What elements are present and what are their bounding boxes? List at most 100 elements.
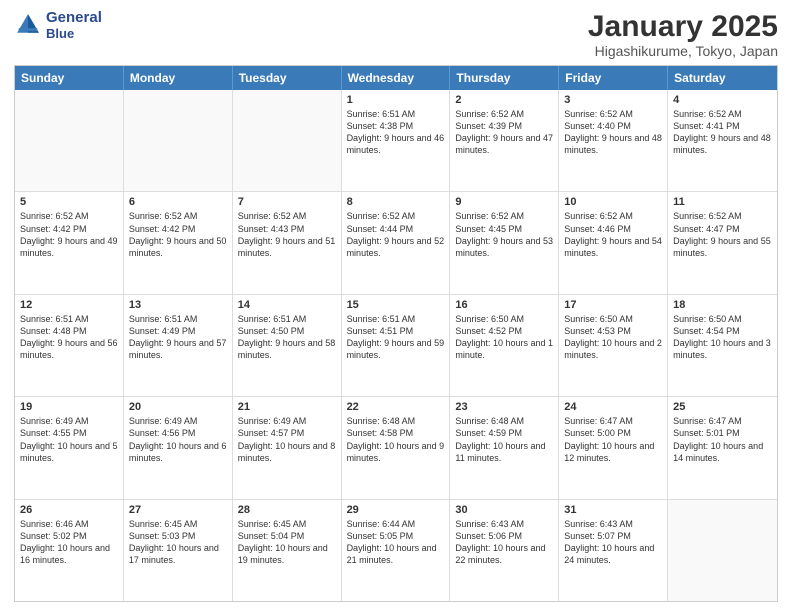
calendar-cell: 15 Sunrise: 6:51 AM Sunset: 4:51 PM Dayli… bbox=[342, 295, 451, 396]
cell-sun-info: Sunrise: 6:51 AM Sunset: 4:38 PM Dayligh… bbox=[347, 108, 445, 157]
cell-sun-info: Sunrise: 6:49 AM Sunset: 4:57 PM Dayligh… bbox=[238, 415, 336, 464]
calendar-cell: 9 Sunrise: 6:52 AM Sunset: 4:45 PM Daylig… bbox=[450, 192, 559, 293]
cell-sun-info: Sunrise: 6:45 AM Sunset: 5:04 PM Dayligh… bbox=[238, 518, 336, 567]
calendar-cell: 19 Sunrise: 6:49 AM Sunset: 4:55 PM Dayli… bbox=[15, 397, 124, 498]
cell-sun-info: Sunrise: 6:47 AM Sunset: 5:01 PM Dayligh… bbox=[673, 415, 772, 464]
logo-text: General Blue bbox=[46, 10, 102, 41]
calendar-cell bbox=[668, 500, 777, 601]
day-number: 13 bbox=[129, 299, 227, 311]
cell-sun-info: Sunrise: 6:50 AM Sunset: 4:53 PM Dayligh… bbox=[564, 313, 662, 362]
calendar-cell: 28 Sunrise: 6:45 AM Sunset: 5:04 PM Dayli… bbox=[233, 500, 342, 601]
day-number: 31 bbox=[564, 504, 662, 516]
calendar-cell: 27Sunrise: 6:45 AM Sunset: 5:03 PM Dayli… bbox=[124, 500, 233, 601]
calendar-cell: 24Sunrise: 6:47 AM Sunset: 5:00 PM Dayli… bbox=[559, 397, 668, 498]
cell-sun-info: Sunrise: 6:43 AM Sunset: 5:07 PM Dayligh… bbox=[564, 518, 662, 567]
cell-sun-info: Sunrise: 6:52 AM Sunset: 4:44 PM Dayligh… bbox=[347, 210, 445, 259]
day-number: 25 bbox=[673, 401, 772, 413]
calendar-day-header: Sunday bbox=[15, 66, 124, 90]
calendar-week-row: 5 Sunrise: 6:52 AM Sunset: 4:42 PM Daylig… bbox=[15, 192, 777, 294]
calendar: SundayMondayTuesdayWednesdayThursdayFrid… bbox=[14, 65, 778, 602]
calendar-cell: 26Sunrise: 6:46 AM Sunset: 5:02 PM Dayli… bbox=[15, 500, 124, 601]
day-number: 10 bbox=[564, 196, 662, 208]
calendar-cell: 3 Sunrise: 6:52 AM Sunset: 4:40 PM Daylig… bbox=[559, 90, 668, 191]
calendar-week-row: 1Sunrise: 6:51 AM Sunset: 4:38 PM Daylig… bbox=[15, 90, 777, 192]
calendar-header-row: SundayMondayTuesdayWednesdayThursdayFrid… bbox=[15, 66, 777, 90]
calendar-week-row: 26Sunrise: 6:46 AM Sunset: 5:02 PM Dayli… bbox=[15, 500, 777, 601]
cell-sun-info: Sunrise: 6:49 AM Sunset: 4:56 PM Dayligh… bbox=[129, 415, 227, 464]
calendar-day-header: Saturday bbox=[668, 66, 777, 90]
calendar-cell: 12Sunrise: 6:51 AM Sunset: 4:48 PM Dayli… bbox=[15, 295, 124, 396]
cell-sun-info: Sunrise: 6:51 AM Sunset: 4:50 PM Dayligh… bbox=[238, 313, 336, 362]
day-number: 3 bbox=[564, 94, 662, 106]
header: General Blue January 2025 Higashikurume,… bbox=[14, 10, 778, 59]
day-number: 4 bbox=[673, 94, 772, 106]
calendar-cell: 16 Sunrise: 6:50 AM Sunset: 4:52 PM Dayli… bbox=[450, 295, 559, 396]
calendar-cell: 22 Sunrise: 6:48 AM Sunset: 4:58 PM Dayli… bbox=[342, 397, 451, 498]
calendar-cell: 31 Sunrise: 6:43 AM Sunset: 5:07 PM Dayli… bbox=[559, 500, 668, 601]
cell-sun-info: Sunrise: 6:44 AM Sunset: 5:05 PM Dayligh… bbox=[347, 518, 445, 567]
cell-sun-info: Sunrise: 6:51 AM Sunset: 4:49 PM Dayligh… bbox=[129, 313, 227, 362]
day-number: 17 bbox=[564, 299, 662, 311]
calendar-cell: 5 Sunrise: 6:52 AM Sunset: 4:42 PM Daylig… bbox=[15, 192, 124, 293]
calendar-day-header: Wednesday bbox=[342, 66, 451, 90]
cell-sun-info: Sunrise: 6:50 AM Sunset: 4:54 PM Dayligh… bbox=[673, 313, 772, 362]
cell-sun-info: Sunrise: 6:48 AM Sunset: 4:58 PM Dayligh… bbox=[347, 415, 445, 464]
cell-sun-info: Sunrise: 6:52 AM Sunset: 4:47 PM Dayligh… bbox=[673, 210, 772, 259]
calendar-cell: 17 Sunrise: 6:50 AM Sunset: 4:53 PM Dayli… bbox=[559, 295, 668, 396]
calendar-cell: 13 Sunrise: 6:51 AM Sunset: 4:49 PM Dayli… bbox=[124, 295, 233, 396]
day-number: 12 bbox=[20, 299, 118, 311]
day-number: 5 bbox=[20, 196, 118, 208]
calendar-cell: 14Sunrise: 6:51 AM Sunset: 4:50 PM Dayli… bbox=[233, 295, 342, 396]
day-number: 16 bbox=[455, 299, 553, 311]
calendar-cell: 20 Sunrise: 6:49 AM Sunset: 4:56 PM Dayli… bbox=[124, 397, 233, 498]
cell-sun-info: Sunrise: 6:52 AM Sunset: 4:43 PM Dayligh… bbox=[238, 210, 336, 259]
cell-sun-info: Sunrise: 6:52 AM Sunset: 4:40 PM Dayligh… bbox=[564, 108, 662, 157]
day-number: 20 bbox=[129, 401, 227, 413]
day-number: 18 bbox=[673, 299, 772, 311]
day-number: 19 bbox=[20, 401, 118, 413]
cell-sun-info: Sunrise: 6:50 AM Sunset: 4:52 PM Dayligh… bbox=[455, 313, 553, 362]
calendar-cell: 11 Sunrise: 6:52 AM Sunset: 4:47 PM Dayli… bbox=[668, 192, 777, 293]
cell-sun-info: Sunrise: 6:43 AM Sunset: 5:06 PM Dayligh… bbox=[455, 518, 553, 567]
calendar-cell: 1Sunrise: 6:51 AM Sunset: 4:38 PM Daylig… bbox=[342, 90, 451, 191]
location-subtitle: Higashikurume, Tokyo, Japan bbox=[588, 43, 778, 59]
calendar-week-row: 12Sunrise: 6:51 AM Sunset: 4:48 PM Dayli… bbox=[15, 295, 777, 397]
calendar-body: 1Sunrise: 6:51 AM Sunset: 4:38 PM Daylig… bbox=[15, 90, 777, 601]
day-number: 21 bbox=[238, 401, 336, 413]
day-number: 28 bbox=[238, 504, 336, 516]
day-number: 2 bbox=[455, 94, 553, 106]
day-number: 15 bbox=[347, 299, 445, 311]
calendar-cell bbox=[233, 90, 342, 191]
calendar-cell: 7Sunrise: 6:52 AM Sunset: 4:43 PM Daylig… bbox=[233, 192, 342, 293]
calendar-cell: 18 Sunrise: 6:50 AM Sunset: 4:54 PM Dayli… bbox=[668, 295, 777, 396]
cell-sun-info: Sunrise: 6:51 AM Sunset: 4:51 PM Dayligh… bbox=[347, 313, 445, 362]
calendar-cell: 4Sunrise: 6:52 AM Sunset: 4:41 PM Daylig… bbox=[668, 90, 777, 191]
day-number: 8 bbox=[347, 196, 445, 208]
calendar-day-header: Monday bbox=[124, 66, 233, 90]
calendar-cell: 2 Sunrise: 6:52 AM Sunset: 4:39 PM Daylig… bbox=[450, 90, 559, 191]
logo-line2: Blue bbox=[46, 27, 102, 41]
cell-sun-info: Sunrise: 6:52 AM Sunset: 4:39 PM Dayligh… bbox=[455, 108, 553, 157]
cell-sun-info: Sunrise: 6:47 AM Sunset: 5:00 PM Dayligh… bbox=[564, 415, 662, 464]
calendar-week-row: 19 Sunrise: 6:49 AM Sunset: 4:55 PM Dayli… bbox=[15, 397, 777, 499]
calendar-day-header: Thursday bbox=[450, 66, 559, 90]
calendar-cell: 30Sunrise: 6:43 AM Sunset: 5:06 PM Dayli… bbox=[450, 500, 559, 601]
cell-sun-info: Sunrise: 6:45 AM Sunset: 5:03 PM Dayligh… bbox=[129, 518, 227, 567]
day-number: 23 bbox=[455, 401, 553, 413]
cell-sun-info: Sunrise: 6:52 AM Sunset: 4:45 PM Dayligh… bbox=[455, 210, 553, 259]
day-number: 11 bbox=[673, 196, 772, 208]
day-number: 22 bbox=[347, 401, 445, 413]
cell-sun-info: Sunrise: 6:49 AM Sunset: 4:55 PM Dayligh… bbox=[20, 415, 118, 464]
calendar-cell: 8 Sunrise: 6:52 AM Sunset: 4:44 PM Daylig… bbox=[342, 192, 451, 293]
cell-sun-info: Sunrise: 6:52 AM Sunset: 4:42 PM Dayligh… bbox=[20, 210, 118, 259]
day-number: 9 bbox=[455, 196, 553, 208]
calendar-day-header: Tuesday bbox=[233, 66, 342, 90]
day-number: 29 bbox=[347, 504, 445, 516]
calendar-cell: 23Sunrise: 6:48 AM Sunset: 4:59 PM Dayli… bbox=[450, 397, 559, 498]
calendar-cell: 6Sunrise: 6:52 AM Sunset: 4:42 PM Daylig… bbox=[124, 192, 233, 293]
cell-sun-info: Sunrise: 6:52 AM Sunset: 4:46 PM Dayligh… bbox=[564, 210, 662, 259]
page: General Blue January 2025 Higashikurume,… bbox=[0, 0, 792, 612]
title-block: January 2025 Higashikurume, Tokyo, Japan bbox=[588, 10, 778, 59]
logo-line1: General bbox=[46, 10, 102, 27]
cell-sun-info: Sunrise: 6:52 AM Sunset: 4:42 PM Dayligh… bbox=[129, 210, 227, 259]
